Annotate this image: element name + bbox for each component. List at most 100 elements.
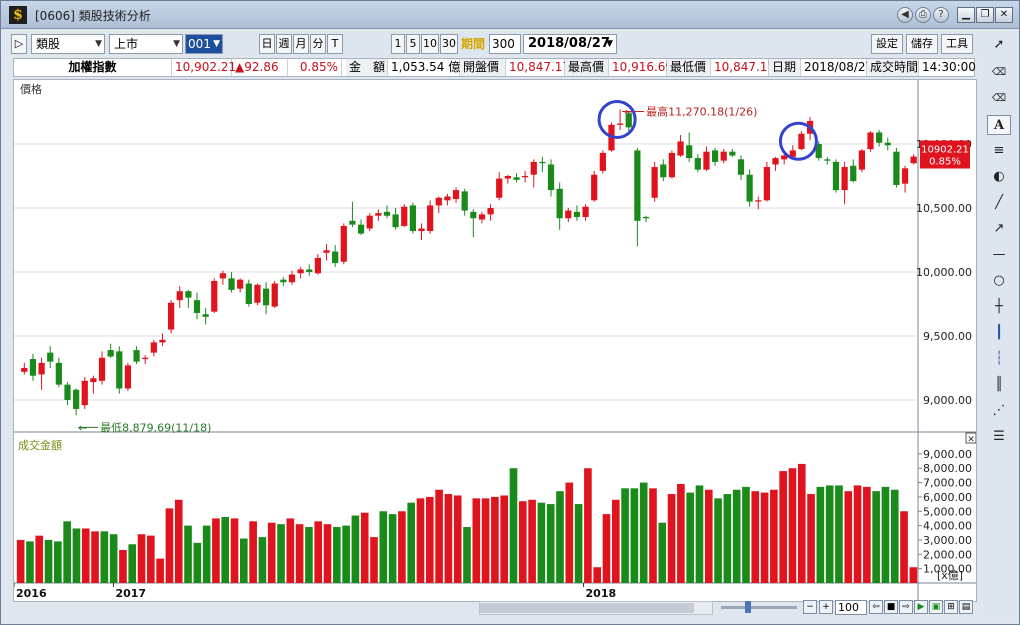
candle-body <box>867 132 874 150</box>
volume-bar <box>444 494 453 583</box>
volume-bar <box>714 498 722 583</box>
candle-body <box>720 151 727 161</box>
volume-bar <box>184 525 192 583</box>
volume-bar <box>305 527 313 583</box>
app-logo-icon: $ <box>9 6 27 24</box>
candle-tool-icon[interactable]: ┃ <box>987 323 1011 343</box>
volume-bar <box>900 511 908 583</box>
num-10-button[interactable]: 10 <box>421 34 439 54</box>
candle-body <box>824 159 831 161</box>
fan-tool-icon[interactable]: ⋰ <box>987 401 1011 421</box>
chart-view-icon[interactable]: ▤ <box>959 600 973 614</box>
candle-body <box>366 215 373 229</box>
pointer-icon[interactable]: ➚ <box>987 35 1011 55</box>
candle-body <box>850 165 857 182</box>
horizontal-scrollbar[interactable] <box>479 601 713 615</box>
num-1-button[interactable]: 1 <box>391 34 405 54</box>
period-week-button[interactable]: 週 <box>276 34 292 54</box>
volume-bar <box>584 468 592 583</box>
category-select[interactable]: 類股 ▼ <box>31 34 105 54</box>
volume-bar <box>351 515 360 583</box>
help-icon[interactable]: ? <box>933 7 949 23</box>
candle-body <box>703 151 710 170</box>
close-button[interactable]: ✕ <box>995 7 1013 23</box>
high-value: 10,916.69 <box>609 59 673 76</box>
scroll-right-icon[interactable]: ⇨ <box>899 600 913 614</box>
horizontal-line-icon[interactable]: — <box>987 245 1011 265</box>
circle-tool-icon[interactable]: ○ <box>987 271 1011 291</box>
period-input[interactable]: 300 <box>489 34 521 54</box>
num-30-button[interactable]: 30 <box>440 34 458 54</box>
candle-body <box>357 224 365 234</box>
candle-body <box>142 357 149 360</box>
bars-tool-icon[interactable]: ┆ <box>987 349 1011 369</box>
save-image-icon[interactable]: ▣ <box>929 600 943 614</box>
period-day-button[interactable]: 日 <box>259 34 275 54</box>
chart-area[interactable]: 9,000.009,500.0010,000.0010,500.0011,000… <box>13 79 977 602</box>
restore-button[interactable]: ❐ <box>976 7 994 23</box>
current-price-pct: 0.85% <box>929 157 961 168</box>
zoom-slider-handle[interactable] <box>745 601 751 613</box>
period-tick-button[interactable]: T <box>327 34 343 54</box>
lines-tool-icon[interactable]: ≡ <box>987 141 1011 161</box>
volume-bar <box>16 539 25 583</box>
volume-bar <box>742 486 750 583</box>
settings-button[interactable]: 設定 <box>871 34 903 54</box>
volume-bar <box>323 524 332 583</box>
period-minute-button[interactable]: 分 <box>310 34 326 54</box>
tools-button[interactable]: 工具 <box>941 34 973 54</box>
date-label: 日期 <box>769 59 801 76</box>
candle-body <box>522 176 529 178</box>
candle-body <box>435 197 442 206</box>
volume-bar <box>174 499 183 583</box>
volume-bar <box>611 499 620 583</box>
candle-body <box>254 284 261 303</box>
volume-bar <box>407 502 416 583</box>
scrollbar-thumb[interactable] <box>480 603 694 613</box>
volume-bar <box>807 494 815 583</box>
date-select[interactable]: 2018/08/27 ▼ <box>523 34 617 54</box>
market-select[interactable]: 上市 ▼ <box>109 34 183 54</box>
save-button[interactable]: 儲存 <box>906 34 938 54</box>
volume-bar <box>639 482 648 583</box>
code-select[interactable]: 001 ▼ <box>185 34 223 54</box>
line-tool-icon[interactable]: ╱ <box>987 193 1011 213</box>
period-month-button[interactable]: 月 <box>293 34 309 54</box>
candle-body <box>755 200 762 202</box>
volume-bar <box>360 512 369 583</box>
candle-body <box>737 159 745 175</box>
zoom-slider[interactable] <box>721 606 797 609</box>
candle-body <box>47 352 54 362</box>
palette-icon[interactable]: ◐ <box>987 167 1011 187</box>
zoom-in-icon[interactable]: + <box>819 600 833 614</box>
period-lines-icon[interactable]: ║ <box>987 375 1011 395</box>
stop-icon[interactable]: ■ <box>884 600 898 614</box>
play-icon[interactable]: ▷ <box>11 34 27 54</box>
volume-bar <box>119 550 127 583</box>
grid-view-icon[interactable]: ⊞ <box>944 600 958 614</box>
back-icon[interactable]: ◀ <box>897 7 913 23</box>
date-value: 2018/08/27 <box>801 59 873 76</box>
erase-all-icon[interactable]: ⌫ <box>987 89 1011 109</box>
fibonacci-icon[interactable]: ☰ <box>987 427 1011 447</box>
candle-body <box>133 350 140 362</box>
volume-bar <box>54 541 62 583</box>
num-5-button[interactable]: 5 <box>406 34 420 54</box>
scroll-left-icon[interactable]: ⇦ <box>869 600 883 614</box>
erase-one-icon[interactable]: ⌫ <box>987 63 1011 83</box>
candle-body <box>634 150 641 221</box>
candle-body <box>893 151 900 185</box>
candle-body <box>832 161 840 191</box>
print-icon[interactable]: ⎙ <box>915 7 931 23</box>
zoom-out-icon[interactable]: − <box>803 600 817 614</box>
drawing-toolbar: ➚ ⌫ ⌫ A ≡ ◐ ╱ ↗ — ○ ┼ ┃ ┆ ║ ⋰ ☰ <box>983 33 1015 618</box>
volume-bar <box>565 482 574 583</box>
text-tool-icon[interactable]: A <box>987 115 1011 135</box>
volume-bar <box>509 468 518 583</box>
chart-canvas[interactable]: 9,000.009,500.0010,000.0010,500.0011,000… <box>13 80 977 601</box>
arrow-tool-icon[interactable]: ↗ <box>987 219 1011 239</box>
marker-tool-icon[interactable]: ┼ <box>987 297 1011 317</box>
minimize-button[interactable]: ▁ <box>957 7 975 23</box>
zoom-level-input[interactable]: 100 <box>835 600 867 615</box>
play-forward-icon[interactable]: ▶ <box>914 600 928 614</box>
